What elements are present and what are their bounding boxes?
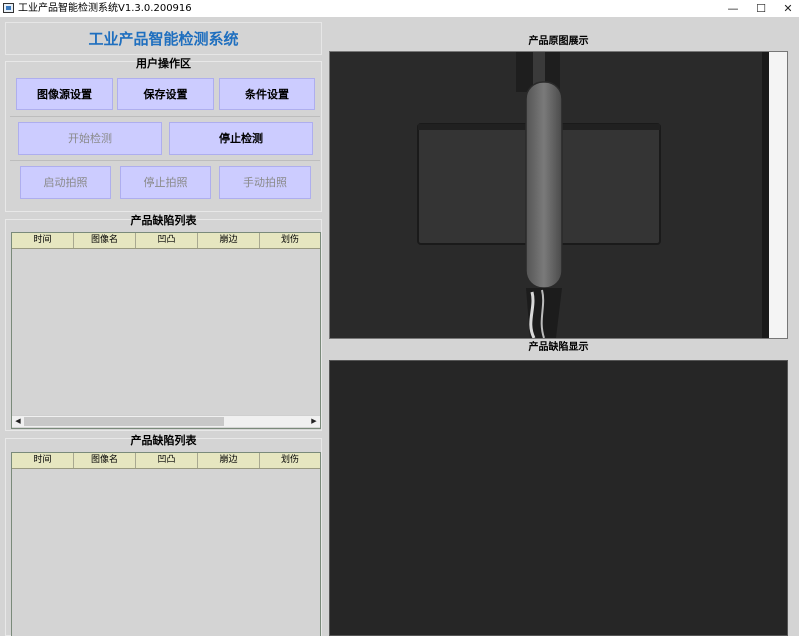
scroll-left-icon[interactable]: ◀ — [12, 416, 24, 427]
column-header-scratch[interactable]: 划伤 — [260, 233, 320, 248]
defect-table-top[interactable]: 时间 图像名 凹凸 崩边 划伤 ◀ ▶ — [11, 232, 321, 429]
column-header-image-name[interactable]: 图像名 — [74, 233, 136, 248]
close-button[interactable]: ✕ — [771, 0, 799, 17]
column-header-dent[interactable]: 凹凸 — [136, 233, 198, 248]
defect-list-title-bottom: 产品缺陷列表 — [130, 434, 197, 447]
column-header-image-name[interactable]: 图像名 — [74, 453, 136, 468]
window-titlebar: 工业产品智能检测系统V1.3.0.200916 — ☐ ✕ — [0, 0, 799, 17]
defect-display-title: 产品缺陷显示 — [528, 342, 589, 353]
operations-divider — [10, 116, 320, 117]
column-header-chipped-edge[interactable]: 崩边 — [198, 453, 260, 468]
table-header: 时间 图像名 凹凸 崩边 划伤 — [12, 233, 320, 249]
save-settings-button[interactable]: 保存设置 — [117, 78, 214, 110]
start-detection-button[interactable]: 开始检测 — [18, 122, 162, 155]
app-title: 工业产品智能检测系统 — [5, 22, 322, 55]
scroll-right-icon[interactable]: ▶ — [308, 416, 320, 427]
defect-display-view — [329, 360, 788, 636]
column-header-scratch[interactable]: 划伤 — [260, 453, 320, 468]
start-capture-button[interactable]: 启动拍照 — [20, 166, 111, 199]
original-image-view — [329, 51, 788, 339]
image-source-settings-button[interactable]: 图像源设置 — [16, 78, 113, 110]
stop-capture-button[interactable]: 停止拍照 — [120, 166, 211, 199]
column-header-time[interactable]: 时间 — [12, 233, 74, 248]
column-header-chipped-edge[interactable]: 崩边 — [198, 233, 260, 248]
column-header-dent[interactable]: 凹凸 — [136, 453, 198, 468]
stop-detection-button[interactable]: 停止检测 — [169, 122, 313, 155]
manual-capture-button[interactable]: 手动拍照 — [219, 166, 311, 199]
window-title: 工业产品智能检测系统V1.3.0.200916 — [18, 3, 192, 14]
table-header: 时间 图像名 凹凸 崩边 划伤 — [12, 453, 320, 469]
original-image-title: 产品原图展示 — [528, 36, 589, 47]
column-header-time[interactable]: 时间 — [12, 453, 74, 468]
operations-divider — [10, 160, 320, 161]
scrollbar-thumb[interactable] — [24, 417, 224, 426]
product-photo — [330, 52, 787, 338]
defect-table-bottom[interactable]: 时间 图像名 凹凸 崩边 划伤 — [11, 452, 321, 636]
horizontal-scrollbar[interactable]: ◀ ▶ — [12, 415, 320, 427]
condition-settings-button[interactable]: 条件设置 — [219, 78, 315, 110]
operations-title: 用户操作区 — [136, 57, 191, 70]
defect-list-title-top: 产品缺陷列表 — [130, 214, 197, 227]
app-window-icon — [3, 3, 14, 13]
